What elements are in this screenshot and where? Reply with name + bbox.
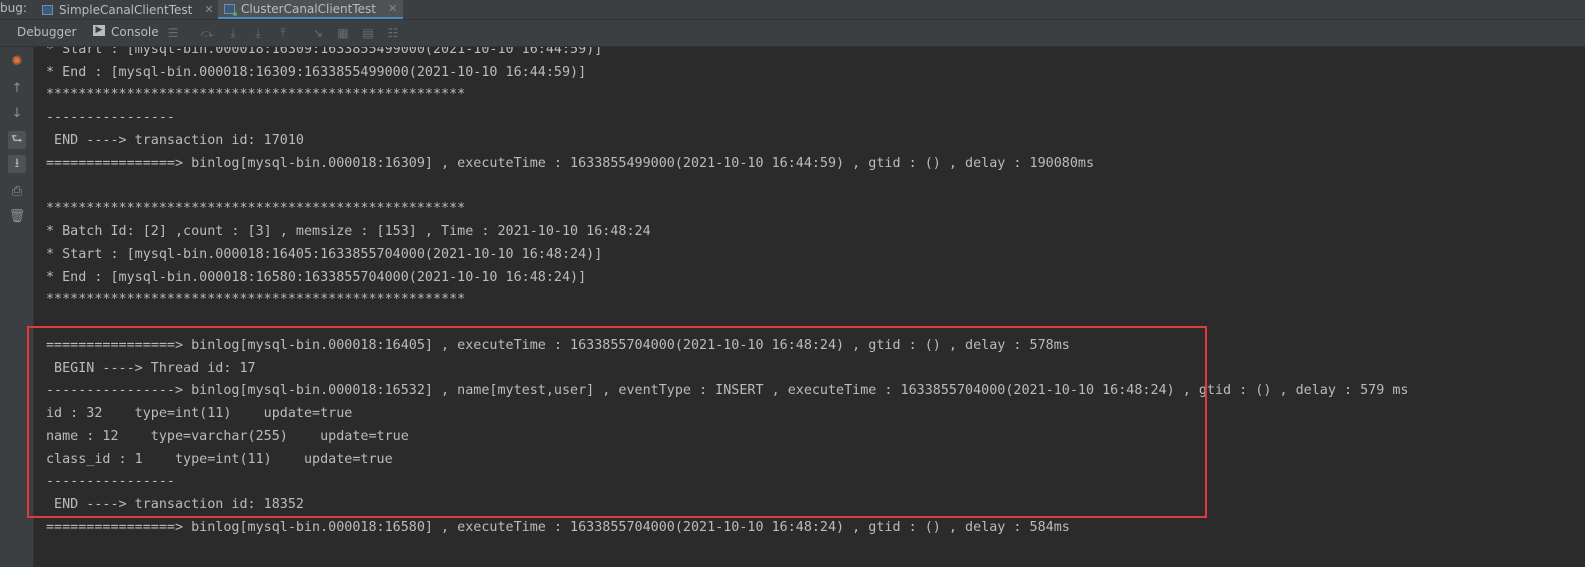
debug-toolbar: Debugger ▶ Console ☰ ⤼ ⤓ ⤓ ⤒ ↘ ▦ ▤ ☷ bbox=[0, 20, 1585, 47]
console-line: ****************************************… bbox=[46, 292, 466, 307]
console-line: ================> binlog[mysql-bin.00001… bbox=[46, 338, 1070, 353]
console-line: END ----> transaction id: 17010 bbox=[46, 133, 304, 148]
console-line: ---------------- bbox=[46, 474, 175, 489]
scroll-to-end-icon[interactable]: ⭳ bbox=[8, 155, 26, 173]
console-line: ================> binlog[mysql-bin.00001… bbox=[46, 156, 1095, 171]
arrow-down-icon[interactable]: ↓ bbox=[8, 105, 26, 123]
console-line: BEGIN ----> Thread id: 17 bbox=[46, 361, 256, 376]
tab-label: ClusterCanalClientTest bbox=[241, 1, 376, 16]
step-over-icon[interactable]: ⤼ bbox=[200, 26, 214, 40]
console-line: class_id : 1 type=int(11) update=true bbox=[46, 452, 393, 467]
console-sidebar: ✺ ↑ ↓ ⮑ ⭳ ⎙ 🗑 bbox=[0, 47, 34, 567]
close-icon[interactable]: ✕ bbox=[204, 3, 213, 16]
console-line: * Batch Id: [2] ,count : [3] , memsize :… bbox=[46, 224, 651, 239]
console-line: id : 32 type=int(11) update=true bbox=[46, 406, 353, 421]
console-line: ----------------> binlog[mysql-bin.00001… bbox=[46, 383, 1409, 398]
trash-icon[interactable]: 🗑 bbox=[8, 208, 26, 226]
console-line: * Start : [mysql-bin.000018:16309:163385… bbox=[46, 47, 603, 57]
run-to-cursor-icon[interactable]: ↘ bbox=[311, 26, 325, 40]
step-out-icon[interactable]: ⤒ bbox=[276, 26, 290, 40]
debugger-tab[interactable]: Debugger bbox=[17, 25, 76, 39]
tab-label: SimpleCanalClientTest bbox=[59, 2, 193, 17]
console-icon: ▶ bbox=[93, 25, 105, 36]
debug-label: bug: bbox=[0, 1, 27, 15]
console-output[interactable]: * Start : [mysql-bin.000018:16309:163385… bbox=[34, 47, 1585, 567]
force-step-into-icon[interactable]: ⤓ bbox=[251, 26, 265, 40]
tab-simple-canal-client-test[interactable]: SimpleCanalClientTest ✕ bbox=[36, 0, 220, 19]
close-icon[interactable]: ✕ bbox=[388, 2, 397, 15]
console-line: * End : [mysql-bin.000018:16580:16338557… bbox=[46, 270, 587, 285]
console-line: ---------------- bbox=[46, 110, 175, 125]
console-line: END ----> transaction id: 18352 bbox=[46, 497, 304, 512]
frames-icon[interactable]: ▤ bbox=[361, 26, 375, 40]
evaluate-icon[interactable]: ▦ bbox=[336, 26, 350, 40]
java-class-icon bbox=[224, 3, 237, 16]
soft-wrap-icon[interactable]: ⮑ bbox=[8, 131, 26, 149]
console-line: name : 12 type=varchar(255) update=true bbox=[46, 429, 409, 444]
console-line: * Start : [mysql-bin.000018:16405:163385… bbox=[46, 247, 603, 262]
settings-icon[interactable]: ☷ bbox=[386, 26, 400, 40]
arrow-up-icon[interactable]: ↑ bbox=[8, 80, 26, 98]
console-line: ****************************************… bbox=[46, 201, 466, 216]
java-class-icon bbox=[42, 4, 53, 15]
menu-icon[interactable]: ☰ bbox=[166, 26, 180, 40]
console-tab[interactable]: Console bbox=[111, 25, 159, 39]
tab-bar: bug: SimpleCanalClientTest ✕ ClusterCana… bbox=[0, 0, 1585, 20]
console-line: ****************************************… bbox=[46, 87, 466, 102]
print-icon[interactable]: ⎙ bbox=[8, 183, 26, 201]
console-line: * End : [mysql-bin.000018:16309:16338554… bbox=[46, 65, 587, 80]
step-into-icon[interactable]: ⤓ bbox=[226, 26, 240, 40]
debug-breakpoint-icon[interactable]: ✺ bbox=[8, 53, 26, 71]
console-line: ================> binlog[mysql-bin.00001… bbox=[46, 520, 1070, 535]
tab-cluster-canal-client-test[interactable]: ClusterCanalClientTest ✕ bbox=[218, 0, 404, 19]
